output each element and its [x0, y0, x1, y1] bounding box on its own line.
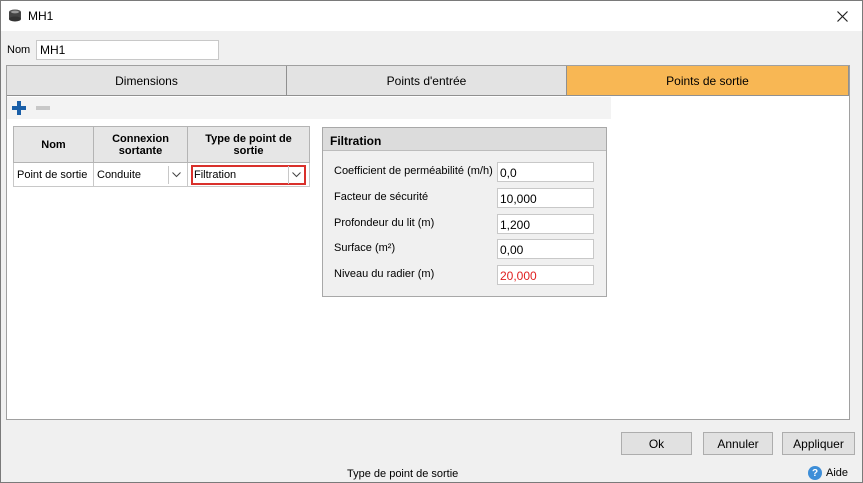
- cancel-button[interactable]: Annuler: [703, 432, 773, 455]
- chevron-down-icon: [292, 171, 301, 177]
- help-label: Aide: [826, 467, 849, 479]
- manhole-icon: [9, 9, 21, 22]
- title-bar: MH1: [1, 1, 862, 31]
- tab-label: Dimensions: [115, 73, 178, 88]
- invert-level-row: Niveau du radier (m) 20,000: [334, 265, 596, 285]
- tab-outlet-points[interactable]: Points de sortie: [567, 66, 849, 96]
- ok-button[interactable]: Ok: [621, 432, 692, 455]
- chevron-down-icon: [172, 171, 181, 177]
- apply-button[interactable]: Appliquer: [782, 432, 855, 455]
- filtration-title: Filtration: [323, 128, 606, 151]
- surface-row: Surface (m²) 0,00: [334, 239, 596, 259]
- dropdown-button[interactable]: [288, 165, 304, 184]
- bed-depth-label: Profondeur du lit (m): [334, 217, 435, 229]
- connection-cell[interactable]: Conduite: [93, 162, 188, 187]
- tab-dimensions[interactable]: Dimensions: [7, 66, 287, 96]
- tab-panel: Dimensions Points d'entrée Points de sor…: [6, 65, 850, 420]
- table-header-row: Nom Connexion sortante Type de point de …: [13, 126, 310, 163]
- column-header: Connexion sortante: [93, 126, 188, 163]
- dropdown-button[interactable]: [168, 165, 184, 184]
- help-icon: ?: [808, 466, 822, 480]
- tab-label: Points de sortie: [666, 73, 749, 88]
- safety-factor-value: 10,000: [500, 192, 537, 206]
- type-value: Filtration: [194, 168, 237, 181]
- minus-icon: [36, 106, 50, 110]
- permeability-row: Coefficient de perméabilité (m/h) 0,0: [334, 162, 596, 182]
- column-header: Type de point de sortie: [187, 126, 310, 163]
- tab-label: Points d'entrée: [386, 73, 467, 88]
- column-header: Nom: [13, 126, 94, 163]
- name-label: Nom: [7, 44, 31, 56]
- tab-inlet-points[interactable]: Points d'entrée: [287, 66, 567, 96]
- surface-input[interactable]: 0,00: [497, 239, 594, 259]
- connection-select[interactable]: Conduite: [97, 165, 184, 185]
- permeability-input[interactable]: 0,0: [497, 162, 594, 182]
- outlets-table: Nom Connexion sortante Type de point de …: [13, 126, 310, 187]
- connection-value: Conduite: [97, 168, 142, 181]
- grid-toolbar: [7, 97, 611, 119]
- safety-factor-label: Facteur de sécurité: [334, 191, 429, 203]
- close-button[interactable]: [822, 1, 862, 31]
- status-text: Type de point de sortie: [347, 468, 459, 480]
- type-cell[interactable]: Filtration: [187, 162, 310, 187]
- help-link[interactable]: ? Aide: [808, 466, 848, 480]
- safety-factor-input[interactable]: 10,000: [497, 188, 594, 208]
- window-title: MH1: [28, 9, 54, 23]
- bed-depth-row: Profondeur du lit (m) 1,200: [334, 214, 596, 234]
- invert-level-value: 20,000: [500, 269, 537, 283]
- dialog-window: MH1 Nom Dimensions Points d'entrée Point…: [0, 0, 863, 483]
- invert-level-input[interactable]: 20,000: [497, 265, 594, 285]
- surface-value: 0,00: [500, 243, 524, 257]
- permeability-label: Coefficient de perméabilité (m/h): [334, 165, 493, 177]
- invert-level-label: Niveau du radier (m): [334, 268, 435, 280]
- bed-depth-value: 1,200: [500, 218, 531, 232]
- safety-factor-row: Facteur de sécurité 10,000: [334, 188, 596, 208]
- bed-depth-input[interactable]: 1,200: [497, 214, 594, 234]
- table-row[interactable]: Point de sortie Conduite Filtration: [13, 162, 310, 187]
- permeability-value: 0,0: [500, 166, 517, 180]
- outlet-name-cell[interactable]: Point de sortie: [13, 162, 94, 187]
- type-select[interactable]: Filtration: [191, 164, 306, 185]
- name-input[interactable]: [36, 40, 219, 60]
- close-icon: [836, 10, 848, 22]
- filtration-panel: Filtration Coefficient de perméabilité (…: [322, 127, 607, 297]
- surface-label: Surface (m²): [334, 242, 396, 254]
- outlet-name: Point de sortie: [17, 168, 88, 181]
- plus-icon[interactable]: [11, 100, 27, 116]
